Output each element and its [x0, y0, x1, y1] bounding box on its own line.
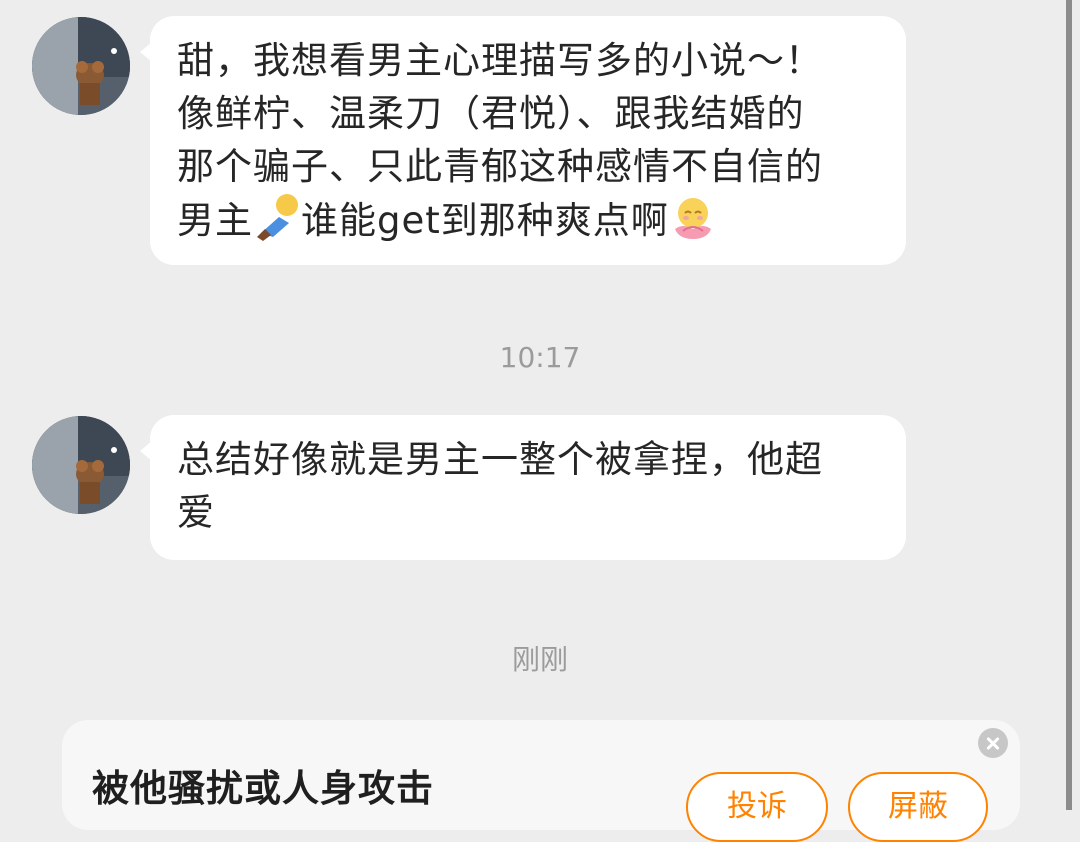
message-line: 总结好像就是男主一整个被拿捏，他超	[177, 438, 823, 481]
avatar[interactable]	[32, 17, 130, 115]
message-bubble[interactable]: 甜，我想看男主心理描写多的小说～！ 像鲜柠、温柔刀（君悦）、跟我结婚的 那个骗子…	[140, 16, 906, 265]
message-line: 那个骗子、只此青郁这种感情不自信的	[177, 145, 823, 188]
message-timestamp: 刚刚	[511, 643, 568, 676]
message-text: 男主	[177, 199, 253, 242]
avatar-image	[32, 416, 130, 514]
message-bubble[interactable]: 总结好像就是男主一整个被拿捏，他超 爱	[140, 415, 906, 560]
harassment-report-card: 被他骚扰或人身攻击 投诉 屏蔽	[62, 720, 1020, 842]
block-button[interactable]: 屏蔽	[848, 772, 988, 842]
message-text: 谁能get到那种爽点啊	[301, 199, 669, 242]
lying-down-person-emoji	[257, 194, 298, 241]
close-icon[interactable]	[978, 728, 1008, 758]
message-line: 爱	[177, 491, 215, 534]
avatar-image	[32, 17, 130, 115]
message-line: 像鲜柠、温柔刀（君悦）、跟我结婚的	[177, 92, 805, 135]
message-line: 甜，我想看男主心理描写多的小说～！	[177, 39, 823, 82]
message-timestamp: 10:17	[499, 341, 581, 374]
message-line: 男主 谁能get到那种爽点啊	[177, 193, 878, 247]
report-button[interactable]: 投诉	[686, 772, 828, 842]
harassment-card-title: 被他骚扰或人身攻击	[92, 767, 434, 810]
lotus-smiley-emoji	[674, 198, 711, 239]
scrollbar-edge	[1066, 0, 1072, 810]
avatar[interactable]	[32, 416, 130, 514]
